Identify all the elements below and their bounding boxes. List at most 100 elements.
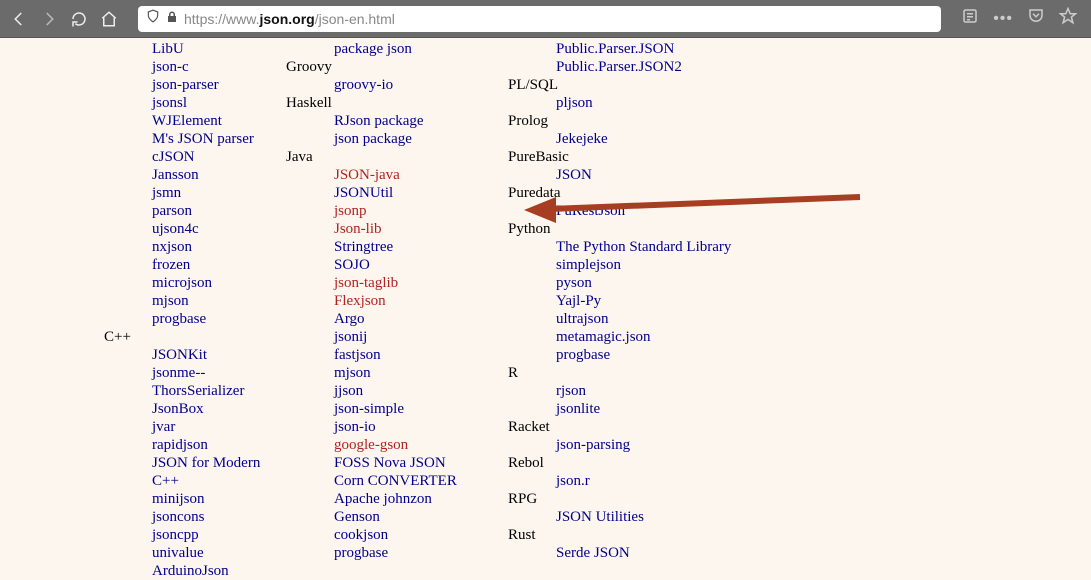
link-m-s-json-parser[interactable]: M's JSON parser: [152, 130, 290, 148]
link-rjson-package[interactable]: RJson package: [334, 112, 512, 130]
link-libu[interactable]: LibU: [152, 40, 290, 58]
forward-button[interactable]: [40, 10, 58, 28]
link-progbase[interactable]: progbase: [556, 346, 792, 364]
link-frozen[interactable]: frozen: [152, 256, 290, 274]
link-genson[interactable]: Genson: [334, 508, 512, 526]
link-jjson[interactable]: jjson: [334, 382, 512, 400]
link-yajl-py[interactable]: Yajl-Py: [556, 292, 792, 310]
items-prolog: Jekejeke: [512, 130, 792, 148]
link-pljson[interactable]: pljson: [556, 94, 792, 112]
url-path: /json-en.html: [315, 11, 395, 27]
link-metamagic-json[interactable]: metamagic.json: [556, 328, 792, 346]
link-progbase[interactable]: progbase: [152, 310, 290, 328]
link-pyson[interactable]: pyson: [556, 274, 792, 292]
link-json-for-modern-c-[interactable]: JSON for Modern C++: [152, 454, 290, 490]
link-json-io[interactable]: json-io: [334, 418, 512, 436]
shield-icon: [146, 9, 160, 28]
link-json-parsing[interactable]: json-parsing: [556, 436, 792, 454]
link-rapidjson[interactable]: rapidjson: [152, 436, 290, 454]
link-microjson[interactable]: microjson: [152, 274, 290, 292]
link-jsoncons[interactable]: jsoncons: [152, 508, 290, 526]
link-wjelement[interactable]: WJElement: [152, 112, 290, 130]
link-json-java[interactable]: JSON-java: [334, 166, 512, 184]
page-content: LibUjson-cjson-parserjsonslWJElementM's …: [0, 38, 1091, 553]
link-jsonij[interactable]: jsonij: [334, 328, 512, 346]
link-univalue[interactable]: univalue: [152, 544, 290, 562]
link-json-taglib[interactable]: json-taglib: [334, 274, 512, 292]
column-1: LibUjson-cjson-parserjsonslWJElementM's …: [0, 40, 290, 553]
link-public-parser-json[interactable]: Public.Parser.JSON: [556, 40, 792, 58]
lock-icon: [166, 10, 178, 28]
link-fastjson[interactable]: fastjson: [334, 346, 512, 364]
nav-buttons: [10, 10, 118, 28]
link-simplejson[interactable]: simplejson: [556, 256, 792, 274]
link-jsonp[interactable]: jsonp: [334, 202, 512, 220]
browser-toolbar: https://www.json.org/json-en.html •••: [0, 0, 1091, 38]
link-json-simple[interactable]: json-simple: [334, 400, 512, 418]
link-serde-json[interactable]: Serde JSON: [556, 544, 792, 562]
link-arduinojson[interactable]: ArduinoJson: [152, 562, 290, 580]
link-jansson[interactable]: Jansson: [152, 166, 290, 184]
link-apache-johnzon[interactable]: Apache johnzon: [334, 490, 512, 508]
link-package-json[interactable]: package json: [334, 40, 512, 58]
link-rjson[interactable]: rjson: [556, 382, 792, 400]
link-mjson[interactable]: mjson: [334, 364, 512, 382]
link-cookjson[interactable]: cookjson: [334, 526, 512, 544]
items-r: rjsonjsonlite: [512, 382, 792, 418]
link-jvar[interactable]: jvar: [152, 418, 290, 436]
pocket-icon[interactable]: [1027, 7, 1045, 30]
heading-purebasic: PureBasic: [508, 148, 792, 166]
url-bar[interactable]: https://www.json.org/json-en.html: [138, 6, 941, 32]
link-json-lib[interactable]: Json-lib: [334, 220, 512, 238]
col3-groups: PL/SQLpljsonPrologJekejekePureBasicJSONP…: [512, 76, 792, 562]
link-the-python-standard-library[interactable]: The Python Standard Library: [556, 238, 792, 256]
items-rust: Serde JSON: [512, 544, 792, 562]
link-jsonutil[interactable]: JSONUtil: [334, 184, 512, 202]
link-minijson[interactable]: minijson: [152, 490, 290, 508]
link-corn-converter[interactable]: Corn CONVERTER: [334, 472, 512, 490]
items-rebol: json.r: [512, 472, 792, 490]
link-jsonme-[interactable]: jsonme--: [152, 364, 290, 382]
link-jsonkit[interactable]: JSONKit: [152, 346, 290, 364]
items-python: The Python Standard Librarysimplejsonpys…: [512, 238, 792, 364]
link-argo[interactable]: Argo: [334, 310, 512, 328]
link-nxjson[interactable]: nxjson: [152, 238, 290, 256]
link-ultrajson[interactable]: ultrajson: [556, 310, 792, 328]
link-sojo[interactable]: SOJO: [334, 256, 512, 274]
link-flexjson[interactable]: Flexjson: [334, 292, 512, 310]
link-json-c[interactable]: json-c: [152, 58, 290, 76]
link-purestjson[interactable]: PuRestJson: [556, 202, 792, 220]
home-button[interactable]: [100, 10, 118, 28]
link-cjson[interactable]: cJSON: [152, 148, 290, 166]
link-json[interactable]: JSON: [556, 166, 792, 184]
url-domain: json.org: [259, 11, 314, 27]
heading-prolog: Prolog: [508, 112, 792, 130]
reload-button[interactable]: [70, 10, 88, 28]
link-jsmn[interactable]: jsmn: [152, 184, 290, 202]
bookmark-star-icon[interactable]: [1059, 7, 1077, 30]
link-jekejeke[interactable]: Jekejeke: [556, 130, 792, 148]
menu-dots-icon[interactable]: •••: [993, 10, 1013, 28]
link-jsonsl[interactable]: jsonsl: [152, 94, 290, 112]
link-foss-nova-json[interactable]: FOSS Nova JSON: [334, 454, 512, 472]
link-ujson4c[interactable]: ujson4c: [152, 220, 290, 238]
link-jsonbox[interactable]: JsonBox: [152, 400, 290, 418]
link-stringtree[interactable]: Stringtree: [334, 238, 512, 256]
link-groovy-io[interactable]: groovy-io: [334, 76, 512, 94]
link-progbase[interactable]: progbase: [334, 544, 512, 562]
link-json-package[interactable]: json package: [334, 130, 512, 148]
link-jsonlite[interactable]: jsonlite: [556, 400, 792, 418]
link-json-utilities[interactable]: JSON Utilities: [556, 508, 792, 526]
col2-headless: package json: [290, 40, 512, 58]
link-json-parser[interactable]: json-parser: [152, 76, 290, 94]
link-json-r[interactable]: json.r: [556, 472, 792, 490]
haskell-heading: Haskell: [286, 94, 512, 112]
back-button[interactable]: [10, 10, 28, 28]
link-thorsserializer[interactable]: ThorsSerializer: [152, 382, 290, 400]
link-public-parser-json2[interactable]: Public.Parser.JSON2: [556, 58, 792, 76]
link-jsoncpp[interactable]: jsoncpp: [152, 526, 290, 544]
reader-icon[interactable]: [961, 7, 979, 30]
link-google-gson[interactable]: google-gson: [334, 436, 512, 454]
link-mjson[interactable]: mjson: [152, 292, 290, 310]
link-parson[interactable]: parson: [152, 202, 290, 220]
